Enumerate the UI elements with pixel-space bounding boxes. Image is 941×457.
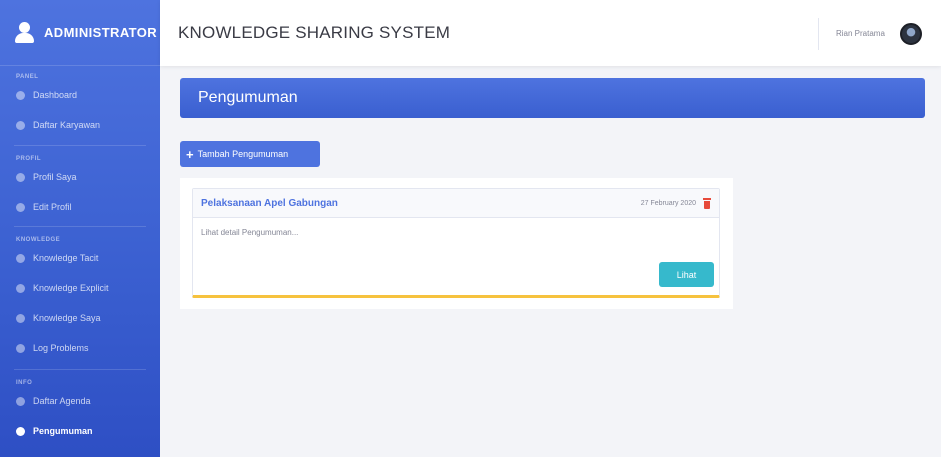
announcement-list: Pelaksanaan Apel Gabungan 27 February 20… <box>180 178 733 309</box>
announcement-preview: Lihat detail Pengumuman... <box>201 228 299 237</box>
sidebar-item-label: Knowledge Saya <box>33 313 101 323</box>
app-root: ADMINISTRATOR PANEL Dashboard Daftar Kar… <box>0 0 941 457</box>
sidebar: ADMINISTRATOR PANEL Dashboard Daftar Kar… <box>0 0 160 457</box>
brand-title: ADMINISTRATOR <box>44 25 158 40</box>
user-icon <box>16 172 25 182</box>
sidebar-item-knowledge-saya[interactable]: Knowledge Saya <box>0 303 160 333</box>
sidebar-item-label: Daftar Karyawan <box>33 120 101 130</box>
announcement-card: Pelaksanaan Apel Gabungan 27 February 20… <box>192 188 720 298</box>
sidebar-item-daftar-karyawan[interactable]: Daftar Karyawan <box>0 110 160 140</box>
calendar-icon <box>16 396 25 406</box>
folder-icon <box>16 313 25 323</box>
sidebar-item-label: Knowledge Explicit <box>33 283 109 293</box>
add-announcement-button[interactable]: + Tambah Pengumuman <box>180 141 320 167</box>
topbar-divider <box>818 18 819 50</box>
user-name[interactable]: Rian Pratama <box>836 29 885 38</box>
sidebar-item-log-problems[interactable]: Log Problems <box>0 333 160 363</box>
sidebar-item-dashboard[interactable]: Dashboard <box>0 80 160 110</box>
sidebar-item-label: Daftar Agenda <box>33 396 91 406</box>
page-header: Pengumuman <box>180 78 925 118</box>
add-announcement-label: Tambah Pengumuman <box>197 149 289 159</box>
sidebar-item-label: Log Problems <box>33 343 89 353</box>
sidebar-item-label: Knowledge Tacit <box>33 253 99 263</box>
sidebar-item-knowledge-tacit[interactable]: Knowledge Tacit <box>0 243 160 273</box>
sidebar-item-label: Edit Profil <box>33 202 72 212</box>
sidebar-item-label: Profil Saya <box>33 172 77 182</box>
announcement-card-header: Pelaksanaan Apel Gabungan 27 February 20… <box>193 189 719 218</box>
sidebar-item-knowledge-explicit[interactable]: Knowledge Explicit <box>0 273 160 303</box>
avatar[interactable] <box>900 23 922 45</box>
system-title: KNOWLEDGE SHARING SYSTEM <box>178 23 451 42</box>
lightbulb-icon <box>16 253 25 263</box>
trash-icon[interactable] <box>703 197 711 209</box>
sidebar-item-profil-saya[interactable]: Profil Saya <box>0 162 160 192</box>
users-icon <box>16 120 25 130</box>
sidebar-item-pengumuman[interactable]: Pengumuman <box>0 416 160 446</box>
dashboard-icon <box>16 90 25 100</box>
plus-icon: + <box>186 146 194 162</box>
page-title: Pengumuman <box>198 89 298 106</box>
bug-icon <box>16 343 25 353</box>
announcement-title[interactable]: Pelaksanaan Apel Gabungan <box>201 198 338 209</box>
sidebar-item-edit-profil[interactable]: Edit Profil <box>0 192 160 222</box>
lightbulb-outline-icon <box>16 283 25 293</box>
topbar: KNOWLEDGE SHARING SYSTEM Rian Pratama <box>160 0 941 66</box>
view-button[interactable]: Lihat <box>659 262 714 287</box>
sidebar-item-label: Pengumuman <box>33 426 93 436</box>
user-icon <box>14 21 34 45</box>
announcement-date: 27 February 2020 <box>640 199 696 207</box>
sidebar-item-label: Dashboard <box>33 90 78 100</box>
bullhorn-icon <box>16 426 25 436</box>
user-edit-icon <box>16 202 25 212</box>
sidebar-brand[interactable]: ADMINISTRATOR <box>0 0 160 66</box>
sidebar-item-daftar-agenda[interactable]: Daftar Agenda <box>0 386 160 416</box>
